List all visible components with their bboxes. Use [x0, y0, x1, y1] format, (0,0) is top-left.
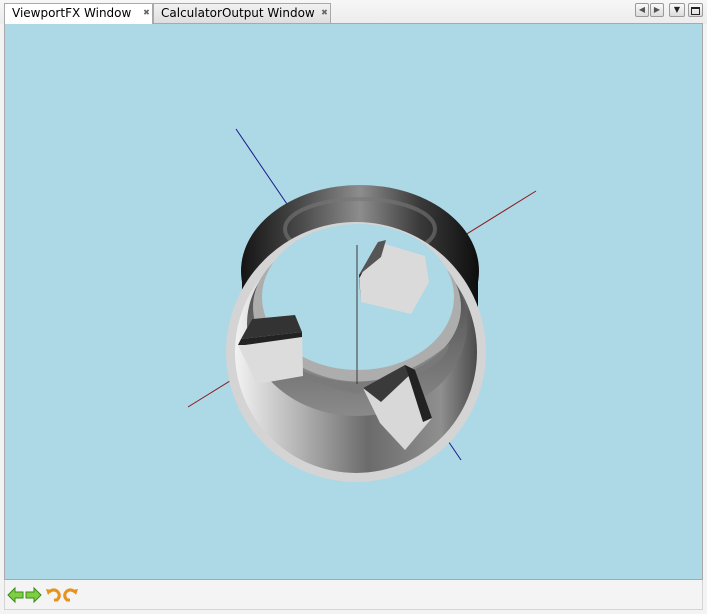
redo-button[interactable] [62, 586, 79, 604]
tab-viewportfx-window[interactable]: ViewportFX Window ✖ [4, 3, 153, 24]
undo-button[interactable] [45, 586, 62, 604]
tab-list-button[interactable]: ▼ [669, 3, 685, 17]
triangle-down-icon: ▼ [673, 5, 681, 14]
tab-label: CalculatorOutput Window [161, 6, 315, 20]
scene-canvas[interactable] [5, 24, 703, 580]
window-restore-icon [691, 7, 700, 15]
viewport-toolbar [4, 580, 703, 610]
close-icon[interactable]: ✖ [142, 8, 151, 17]
back-button[interactable] [7, 586, 24, 604]
arrow-left-icon [7, 586, 24, 604]
viewport-3d[interactable] [4, 23, 703, 580]
scroll-tabs-left-button[interactable]: ◀ [635, 3, 649, 17]
forward-button[interactable] [25, 586, 42, 604]
tab-calculatoroutput-window[interactable]: CalculatorOutput Window ✖ [153, 3, 331, 23]
close-icon[interactable]: ✖ [320, 8, 329, 17]
undo-icon [46, 588, 61, 602]
tab-bar: ViewportFX Window ✖ CalculatorOutput Win… [0, 0, 707, 24]
triangle-right-icon: ▶ [653, 5, 661, 14]
tab-label: ViewportFX Window [12, 6, 132, 20]
triangle-left-icon: ◀ [638, 5, 646, 14]
arrow-right-icon [25, 586, 42, 604]
redo-icon [63, 588, 78, 602]
maximize-window-button[interactable] [688, 3, 703, 17]
scroll-tabs-right-button[interactable]: ▶ [650, 3, 664, 17]
